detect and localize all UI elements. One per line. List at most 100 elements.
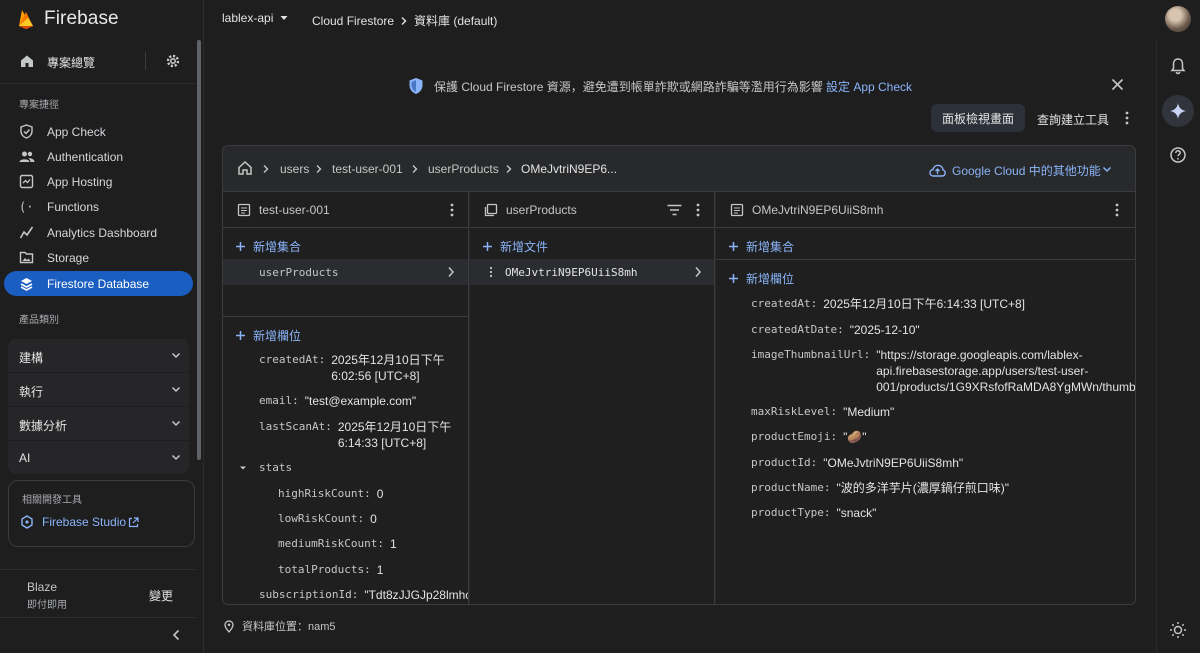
field-value: 1 <box>376 563 384 577</box>
add-collection-button[interactable]: 新增集合 <box>235 238 301 255</box>
field-row[interactable]: totalProducts: 1 <box>278 562 383 578</box>
sidebar-item-label: Storage <box>47 251 90 265</box>
breadcrumb-item[interactable]: 資料庫 (default) <box>414 12 497 29</box>
project-overview-link[interactable]: 專案總覽 <box>0 44 196 78</box>
more-vert-icon[interactable] <box>693 202 703 218</box>
field-row[interactable]: lowRiskCount: 0 <box>278 511 377 527</box>
plan-description: 即付即用 <box>27 600 67 611</box>
field-value: 0 <box>370 512 377 526</box>
field-row[interactable]: mediumRiskCount: 1 <box>278 536 397 552</box>
sparkle-icon <box>1170 103 1186 119</box>
project-selector[interactable]: lablex-api <box>222 11 289 25</box>
sidebar-item-app-hosting[interactable]: App Hosting <box>4 169 193 194</box>
database-location: 資料庫位置：nam5 <box>224 618 336 634</box>
sidebar-item-storage[interactable]: Storage <box>4 245 193 270</box>
chevron-right-icon <box>401 16 407 25</box>
chevron-left-icon[interactable] <box>170 628 182 642</box>
field-key: maxRiskLevel: <box>751 405 838 418</box>
firebase-flame-icon <box>19 10 33 29</box>
breadcrumb-item[interactable]: Cloud Firestore <box>312 14 394 28</box>
subcollection-name: userProducts <box>259 266 339 279</box>
field-row[interactable]: lastScanAt: 2025年12月10日下午 6:14:33 [UTC+8… <box>259 419 451 451</box>
help-icon[interactable] <box>1169 146 1187 164</box>
category-ai[interactable]: AI <box>8 441 189 474</box>
avatar[interactable] <box>1165 6 1191 32</box>
sidebar-item-analytics-dashboard[interactable]: Analytics Dashboard <box>4 220 193 245</box>
shield-icon <box>409 78 423 94</box>
chevron-down-icon[interactable] <box>1101 163 1113 175</box>
path-segment[interactable]: userProducts <box>428 162 499 176</box>
field-row[interactable]: productEmoji: "🥔" <box>751 429 867 445</box>
cloud-icon <box>929 164 946 177</box>
home-icon[interactable] <box>237 160 253 176</box>
categories-heading: 產品類別 <box>19 315 59 326</box>
category-run[interactable]: 執行 <box>8 373 189 406</box>
firebase-studio-label: Firebase Studio <box>42 515 127 529</box>
functions-icon: (··) <box>19 200 35 214</box>
add-field-button[interactable]: 新增欄位 <box>728 270 794 287</box>
field-row[interactable]: subscriptionId: "Tdt8zJJGJp28lmhcU <box>259 587 468 603</box>
field-value: 1 <box>389 537 397 551</box>
more-vert-icon[interactable] <box>488 266 494 278</box>
column-header: userProducts <box>470 192 714 228</box>
map-field-row[interactable]: stats <box>238 460 298 476</box>
google-cloud-more-link[interactable]: Google Cloud 中的其他功能 <box>929 162 1101 179</box>
document-icon <box>730 203 744 217</box>
list-item[interactable]: OMeJvtriN9EP6UiiS8mh <box>470 259 714 285</box>
close-icon[interactable] <box>1111 78 1124 91</box>
add-collection-button[interactable]: 新增集合 <box>728 238 794 255</box>
field-row[interactable]: createdAt: 2025年12月10日下午6:14:33 [UTC+8] <box>751 296 1025 312</box>
firebase-studio-link[interactable]: Firebase Studio <box>20 515 139 529</box>
svg-text:(··): (··) <box>19 200 35 214</box>
field-value: "2025-12-10" <box>849 323 920 337</box>
list-item[interactable]: userProducts <box>223 259 468 285</box>
category-build[interactable]: 建構 <box>8 339 189 372</box>
field-row[interactable]: highRiskCount: 0 <box>278 486 383 502</box>
field-row[interactable]: createdAt: 2025年12月10日下午 6:02:56 [UTC+8] <box>259 352 445 384</box>
add-field-button[interactable]: 新增欄位 <box>235 327 301 344</box>
more-vert-icon[interactable] <box>447 202 457 218</box>
field-row[interactable]: email: "test@example.com" <box>259 393 416 409</box>
bell-icon[interactable] <box>1169 57 1187 75</box>
google-cloud-label: Google Cloud 中的其他功能 <box>952 164 1101 178</box>
sidebar-scrollbar[interactable] <box>197 40 201 460</box>
field-key: productName: <box>751 481 831 494</box>
app-name: Firebase <box>44 8 119 29</box>
field-row[interactable]: productType: "snack" <box>751 505 876 521</box>
divider <box>716 259 1135 260</box>
more-vert-icon[interactable] <box>1112 202 1122 218</box>
gear-icon[interactable] <box>165 53 181 69</box>
add-document-button[interactable]: 新增文件 <box>482 238 548 255</box>
add-field-label: 新增欄位 <box>253 329 302 343</box>
field-row[interactable]: productName: "波的多洋芋片(濃厚鍋仔煎口味)" <box>751 480 1009 496</box>
field-key: lowRiskCount: <box>278 512 365 525</box>
category-label: AI <box>19 451 31 465</box>
panel-view-button[interactable]: 面板檢視畫面 <box>931 104 1025 132</box>
category-analytics[interactable]: 數據分析 <box>8 407 189 440</box>
sidebar-item-functions[interactable]: (··) Functions <box>4 194 193 219</box>
path-segment[interactable]: test-user-001 <box>332 162 403 176</box>
field-row[interactable]: createdAtDate: "2025-12-10" <box>751 322 920 338</box>
path-segment[interactable]: users <box>280 162 309 176</box>
sidebar-item-authentication[interactable]: Authentication <box>4 144 193 169</box>
chart-icon <box>19 226 34 239</box>
field-row[interactable]: imageThumbnailUrl: "https://storage.goog… <box>751 347 1135 395</box>
query-builder-button[interactable]: 查詢建立工具 <box>1037 111 1109 128</box>
path-segment[interactable]: OMeJvtriN9EP6... <box>521 162 617 176</box>
setup-app-check-link[interactable]: 設定 App Check <box>826 78 912 95</box>
field-row[interactable]: maxRiskLevel: "Medium" <box>751 404 894 420</box>
filter-icon[interactable] <box>667 204 682 216</box>
collection-column-userproducts: userProducts 新增文件 OMeJvtriN9EP6UiiS8mh <box>470 192 715 604</box>
change-plan-button[interactable]: 變更 <box>149 587 173 604</box>
sidebar-item-label: Firestore Database <box>47 277 150 291</box>
gemini-button[interactable] <box>1162 95 1194 127</box>
related-tools-heading: 相關開發工具 <box>22 495 82 506</box>
more-vert-icon[interactable] <box>1122 110 1132 126</box>
column-title: test-user-001 <box>259 203 330 217</box>
brightness-icon[interactable] <box>1169 621 1187 639</box>
firebase-logo[interactable]: Firebase <box>16 8 119 30</box>
sidebar-item-firestore-database[interactable]: Firestore Database <box>4 271 193 296</box>
sidebar-item-app-check[interactable]: App Check <box>4 119 193 144</box>
field-row[interactable]: productId: "OMeJvtriN9EP6UiiS8mh" <box>751 455 963 471</box>
firestore-data-panel: users test-user-001 userProducts OMeJvtr… <box>222 145 1136 605</box>
